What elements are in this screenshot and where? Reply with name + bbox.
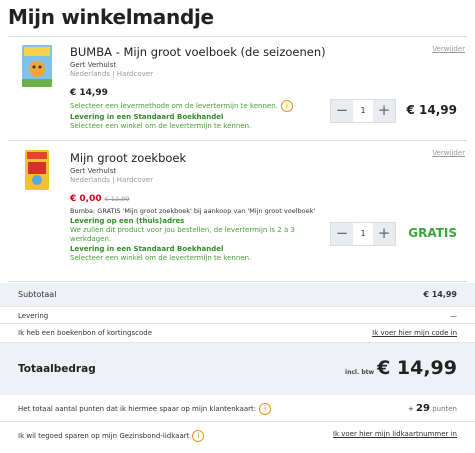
voucher-row: Ik heb een boekenbon of kortingscode Ik …: [0, 324, 475, 343]
delivery-home-label: Levering op een (thuis)adres: [70, 217, 185, 225]
promo-note: Bumba: GRATIS 'Mijn groot zoekboek' bij …: [70, 207, 316, 215]
voucher-link[interactable]: Ik voer hier mijn code in: [372, 329, 457, 337]
delivery-store-label: Levering in een Standaard Boekhandel: [70, 113, 224, 121]
gezinsbond-link[interactable]: Ik voer hier mijn lidkaartnummer in: [333, 430, 457, 438]
delivery-home-note: We zullen dit product voor jou bestellen…: [70, 226, 295, 243]
delivery-method-hint: Selecteer een levermethode om de leverte…: [70, 100, 457, 112]
points-value: + 29 punten: [407, 403, 457, 414]
product-author: Gert Verhulst: [70, 167, 117, 175]
plus-icon[interactable]: +: [373, 100, 395, 122]
delivery-store-label: Levering in een Standaard Boekhandel: [70, 245, 224, 253]
info-icon[interactable]: i: [280, 100, 293, 112]
product-price: € 14,99: [70, 88, 108, 98]
product-title[interactable]: Mijn groot zoekboek: [70, 151, 457, 165]
store-hint: Selecteer een winkel om de levertermijn …: [70, 122, 252, 130]
old-price: € 12,99: [104, 195, 130, 203]
info-icon[interactable]: i: [259, 403, 272, 415]
subtotal-label: Subtotaal: [18, 290, 57, 299]
quantity-input[interactable]: 1: [353, 100, 373, 122]
subtotal-row: Subtotaal € 14,99: [0, 283, 475, 307]
book-cover-image[interactable]: [22, 45, 52, 87]
cart-item: BUMBA - Mijn groot voelboek (de seizoene…: [8, 36, 467, 140]
product-meta: Nederlands | Hardcover: [70, 70, 153, 78]
delivery-label: Levering: [18, 312, 49, 320]
info-icon[interactable]: i: [192, 430, 205, 442]
gezinsbond-row: Ik wil tegoed sparen op mijn Gezinsbond-…: [0, 422, 475, 450]
remove-link[interactable]: Verwijder: [432, 45, 465, 53]
minus-icon[interactable]: −: [331, 223, 353, 245]
delivery-row: Levering —: [0, 307, 475, 324]
total-label: Totaalbedrag: [18, 363, 96, 375]
product-author: Gert Verhulst: [70, 61, 117, 69]
quantity-stepper: − 1 +: [330, 99, 396, 123]
points-label: Het totaal aantal punten dat ik hiermee …: [18, 403, 272, 415]
item-total: € 14,99: [406, 103, 457, 117]
product-meta: Nederlands | Hardcover: [70, 176, 153, 184]
remove-link[interactable]: Verwijder: [432, 149, 465, 157]
minus-icon[interactable]: −: [331, 100, 353, 122]
subtotal-value: € 14,99: [423, 290, 457, 299]
book-cover-image[interactable]: [25, 150, 49, 190]
item-total: GRATIS: [408, 226, 457, 240]
total-value: incl. btw € 14,99: [345, 357, 457, 379]
quantity-input[interactable]: 1: [353, 223, 373, 245]
quantity-stepper: − 1 +: [330, 222, 396, 246]
product-price: € 0,00 € 12,99: [70, 194, 130, 204]
points-row: Het totaal aantal punten dat ik hiermee …: [0, 395, 475, 422]
cart-item: Mijn groot zoekboek Gert Verhulst Nederl…: [8, 140, 467, 282]
plus-icon[interactable]: +: [373, 223, 395, 245]
voucher-label: Ik heb een boekenbon of kortingscode: [18, 329, 153, 337]
product-title[interactable]: BUMBA - Mijn groot voelboek (de seizoene…: [70, 45, 457, 59]
store-hint: Selecteer een winkel om de levertermijn …: [70, 254, 252, 262]
gezinsbond-label: Ik wil tegoed sparen op mijn Gezinsbond-…: [18, 430, 205, 442]
page-title: Mijn winkelmandje: [8, 5, 214, 29]
total-row: Totaalbedrag incl. btw € 14,99: [0, 343, 475, 395]
total-btw-label: incl. btw: [345, 369, 375, 376]
delivery-value: —: [450, 312, 457, 320]
